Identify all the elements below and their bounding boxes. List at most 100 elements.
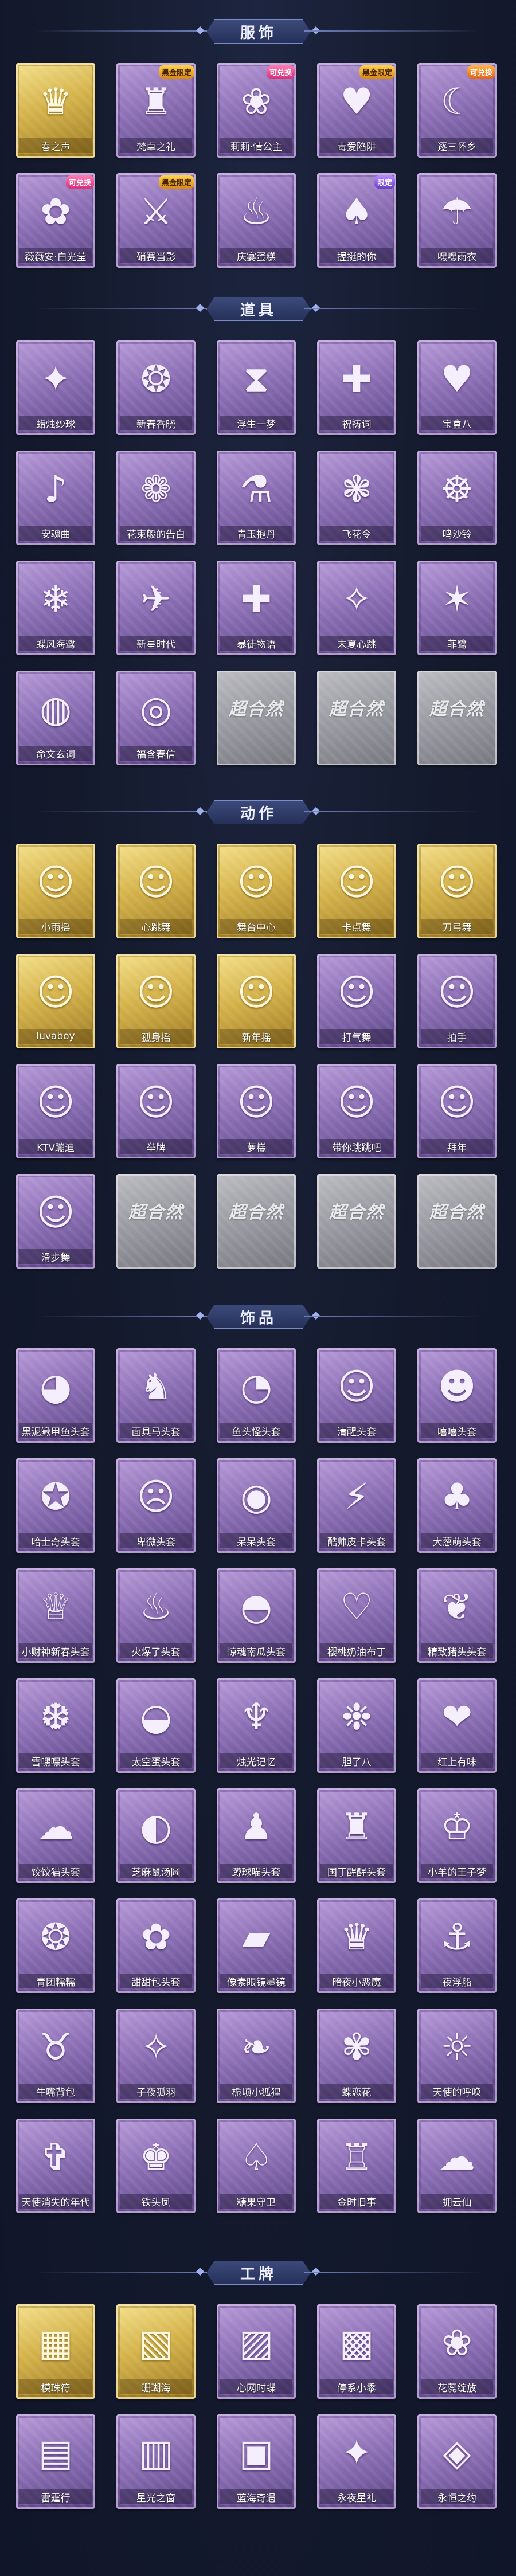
item-card[interactable]: ◈ 永恒之约 [417,2414,497,2509]
item-card[interactable]: ☺ 刀弓舞 [417,844,497,938]
item-card[interactable]: ▰ 像素眼镜墨镜 [217,1898,296,1993]
item-card[interactable]: ◍ 命文玄词 [16,671,95,765]
item-card[interactable]: ☺ 带你跳跳吧 [317,1064,396,1158]
item-card[interactable]: ☺ 清醒头套 [317,1348,396,1443]
item-card[interactable]: ✦ 蜡烛纱球 [16,340,95,435]
locked-item-card[interactable]: 超合然 [217,671,296,765]
item-card[interactable]: ❆ 雪嘿嘿头套 [16,1678,95,1773]
item-card[interactable]: ❂ 青团糯糯 [16,1898,95,1993]
locked-item-card[interactable]: 超合然 [217,1174,296,1269]
locked-item-card[interactable]: 超合然 [317,671,396,765]
item-card[interactable]: ♠ 限定 握挺的你 [317,173,396,268]
locked-item-card[interactable]: 超合然 [116,1174,196,1269]
item-card[interactable]: ♥ 宝盒八 [417,340,497,435]
item-card[interactable]: ☹ 卑微头套 [116,1458,196,1553]
item-card[interactable]: ♛ 春之声 [16,63,95,158]
item-card[interactable]: ▥ 星光之窗 [116,2414,196,2509]
item-card[interactable]: ✚ 暴徒物语 [217,561,296,655]
item-card[interactable]: ☺ 孤身摇 [116,954,196,1048]
locked-item-card[interactable]: 超合然 [417,1174,497,1269]
item-card[interactable]: ❉ 胆了八 [317,1678,396,1773]
item-card[interactable]: ✧ 末夏心跳 [317,561,396,655]
item-card[interactable]: ▣ 蓝海奇遇 [217,2414,296,2509]
item-card[interactable]: ♚ 铁头凤 [116,2119,196,2213]
item-card[interactable]: ❃ 飞花令 [317,451,396,545]
item-card[interactable]: ♜ 国丁醒醒头套 [317,1788,396,1883]
item-card[interactable]: ♪ 安魂曲 [16,451,95,545]
item-card[interactable]: ▩ 停系小黍 [317,2304,396,2399]
item-card[interactable]: ♜ 黑金限定 梵卓之礼 [116,63,196,158]
item-card[interactable]: ◐ 芝麻鼠汤圆 [116,1788,196,1883]
item-card[interactable]: ☂ 嘿嘿雨衣 [417,173,497,268]
item-card[interactable]: ♡ 樱桃奶油布丁 [317,1568,396,1663]
item-card[interactable]: ▤ 雷霆行 [16,2414,95,2509]
item-card[interactable]: ✦ 永夜星礼 [317,2414,396,2509]
item-card[interactable]: ☺ 拍手 [417,954,497,1048]
item-card[interactable]: ⧗ 浮生一梦 [217,340,296,435]
item-card[interactable]: ☺ 拜年 [417,1064,497,1158]
item-card[interactable]: ♨ 火爆了头套 [116,1568,196,1663]
item-card[interactable]: ☺ 心跳舞 [116,844,196,938]
item-card[interactable]: ◓ 惊魂南瓜头套 [217,1568,296,1663]
item-card[interactable]: ✿ 可兑换 薇薇安·白光莹 [16,173,95,268]
item-card[interactable]: ◎ 福含春信 [116,671,196,765]
item-card[interactable]: ♞ 面具马头套 [116,1348,196,1443]
item-card[interactable]: ⚓ 夜浮船 [417,1898,497,1993]
item-card[interactable]: ☺ 新年摇 [217,954,296,1048]
item-card[interactable]: ◉ 呆呆头套 [217,1458,296,1553]
locked-item-card[interactable]: 超合然 [417,671,497,765]
locked-item-card[interactable]: 超合然 [317,1174,396,1269]
item-card[interactable]: ✪ 哈士奇头套 [16,1458,95,1553]
item-card[interactable]: ♥ 黑金限定 毒爱陷阱 [317,63,396,158]
item-card[interactable]: ◒ 太空蛋头套 [116,1678,196,1773]
item-card[interactable]: ♆ 烛光记忆 [217,1678,296,1773]
item-card[interactable]: ❀ 花蕊绽放 [417,2304,497,2399]
item-card[interactable]: ♣ 大葱萌头套 [417,1458,497,1553]
item-card[interactable]: ◔ 鱼头怪头套 [217,1348,296,1443]
item-card[interactable]: ♤ 糖果守卫 [217,2119,296,2213]
item-card[interactable]: ☺ 卡点舞 [317,844,396,938]
item-card[interactable]: ☁ 饺饺猫头套 [16,1788,95,1883]
item-card[interactable]: ⚗ 青玉抱丹 [217,451,296,545]
item-card[interactable]: ❤ 红上有味 [417,1678,497,1773]
item-card[interactable]: ☺ 举牌 [116,1064,196,1158]
item-card[interactable]: ♔ 小羊的王子梦 [417,1788,497,1883]
item-card[interactable]: ☸ 鸣沙铃 [417,451,497,545]
item-card[interactable]: ♨ 庆宴蛋糕 [217,173,296,268]
item-card[interactable]: ♕ 小财神新春头套 [16,1568,95,1663]
item-card[interactable]: ✚ 祝祷词 [317,340,396,435]
item-card[interactable]: ✾ 蝶恋花 [317,2009,396,2103]
item-card[interactable]: ☺ 舞台中心 [217,844,296,938]
item-card[interactable]: ❂ 新春香晓 [116,340,196,435]
item-card[interactable]: ♖ 金时旧事 [317,2119,396,2213]
item-card[interactable]: ☾ 可兑换 逐三怀乡 [417,63,497,158]
item-card[interactable]: ☼ 天使的呼唤 [417,2009,497,2103]
item-card[interactable]: ✈ 新星时代 [116,561,196,655]
item-card[interactable]: ☺ 打气舞 [317,954,396,1048]
item-card[interactable]: ❧ 栀顷小狐狸 [217,2009,296,2103]
item-card[interactable]: ☻ 嘻嘻头套 [417,1348,497,1443]
item-card[interactable]: ❁ 花束般的告白 [116,451,196,545]
item-card[interactable]: ☁ 拥云仙 [417,2119,497,2213]
item-card[interactable]: ♛ 暗夜小恶魔 [317,1898,396,1993]
item-card[interactable]: ⚔ 黑金限定 硝赛当影 [116,173,196,268]
item-card[interactable]: ❦ 精致猪头头套 [417,1568,497,1663]
item-card[interactable]: ✿ 甜甜包头套 [116,1898,196,1993]
item-card[interactable]: ◕ 黑泥鳅甲鱼头套 [16,1348,95,1443]
item-card[interactable]: ✶ 菲鹭 [417,561,497,655]
item-card[interactable]: ☺ 滑步舞 [16,1174,95,1269]
item-card[interactable]: ✞ 天使消失的年代 [16,2119,95,2213]
item-card[interactable]: ❀ 可兑换 莉莉·情公主 [217,63,296,158]
item-card[interactable]: ▧ 珊瑚海 [116,2304,196,2399]
item-card[interactable]: ✧ 子夜孤羽 [116,2009,196,2103]
item-card[interactable]: ♉ 牛嘴背包 [16,2009,95,2103]
item-card[interactable]: ☺ 小雨摇 [16,844,95,938]
item-card[interactable]: ☺ KTV蹦迪 [16,1064,95,1158]
item-card[interactable]: ▨ 心网时蝶 [217,2304,296,2399]
item-card[interactable]: ☺ luvaboy [16,954,95,1048]
item-card[interactable]: ♟ 蹲球喵头套 [217,1788,296,1883]
item-card[interactable]: ☺ 萝糕 [217,1064,296,1158]
item-card[interactable]: ❄ 蝶风海鹭 [16,561,95,655]
item-card[interactable]: ⚡ 酷帅皮卡头套 [317,1458,396,1553]
item-card[interactable]: ▦ 模珠符 [16,2304,95,2399]
